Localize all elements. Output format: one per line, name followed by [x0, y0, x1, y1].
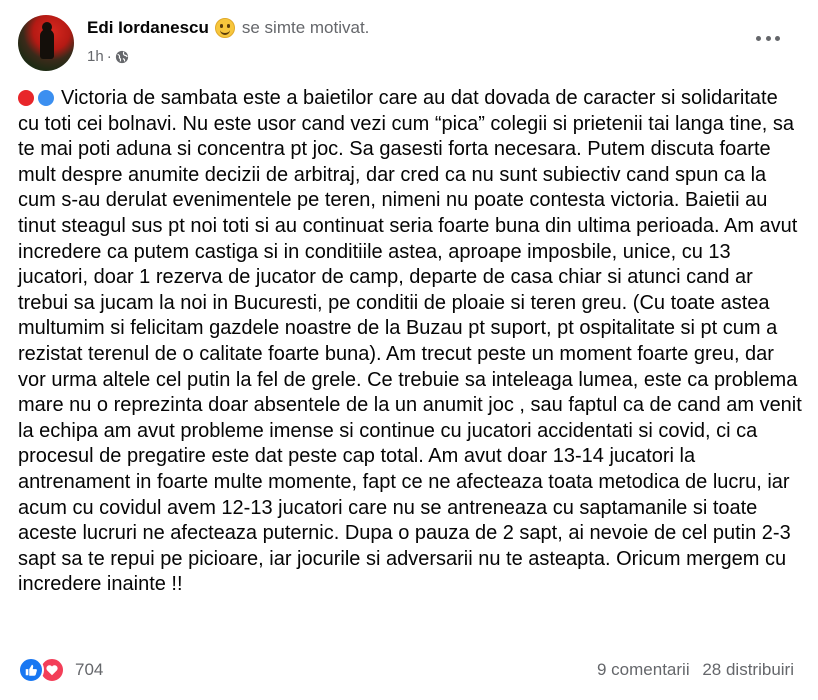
author-name[interactable]: Edi Iordanescu — [87, 18, 209, 38]
post-meta: 1h · — [87, 48, 129, 65]
shares-count-link[interactable]: 28 distribuiri — [702, 660, 794, 679]
engagement-stats: 9 comentarii 28 distribuiri — [597, 660, 794, 680]
meta-separator: · — [106, 48, 112, 65]
blue-circle-icon — [38, 90, 54, 106]
author-avatar[interactable] — [18, 15, 74, 71]
red-circle-icon — [18, 90, 34, 106]
post-header: Edi Iordanescu se simte motivat. — [87, 18, 369, 38]
feeling-text: se simte motivat. — [241, 18, 370, 37]
more-options-icon[interactable] — [756, 32, 780, 44]
post-time[interactable]: 1h — [87, 48, 104, 65]
avatar-figure-body — [40, 29, 54, 59]
reaction-count: 704 — [75, 660, 104, 679]
reactions-summary[interactable]: 704 — [18, 657, 103, 683]
like-reaction-icon — [18, 657, 44, 683]
post-text: Victoria de sambata este a baietilor car… — [18, 87, 802, 596]
globe-icon[interactable] — [115, 50, 129, 64]
post-body: Victoria de sambata este a baietilor car… — [18, 86, 803, 598]
comments-count-link[interactable]: 9 comentarii — [597, 660, 690, 679]
smiling-face-emoji-icon — [214, 18, 235, 38]
